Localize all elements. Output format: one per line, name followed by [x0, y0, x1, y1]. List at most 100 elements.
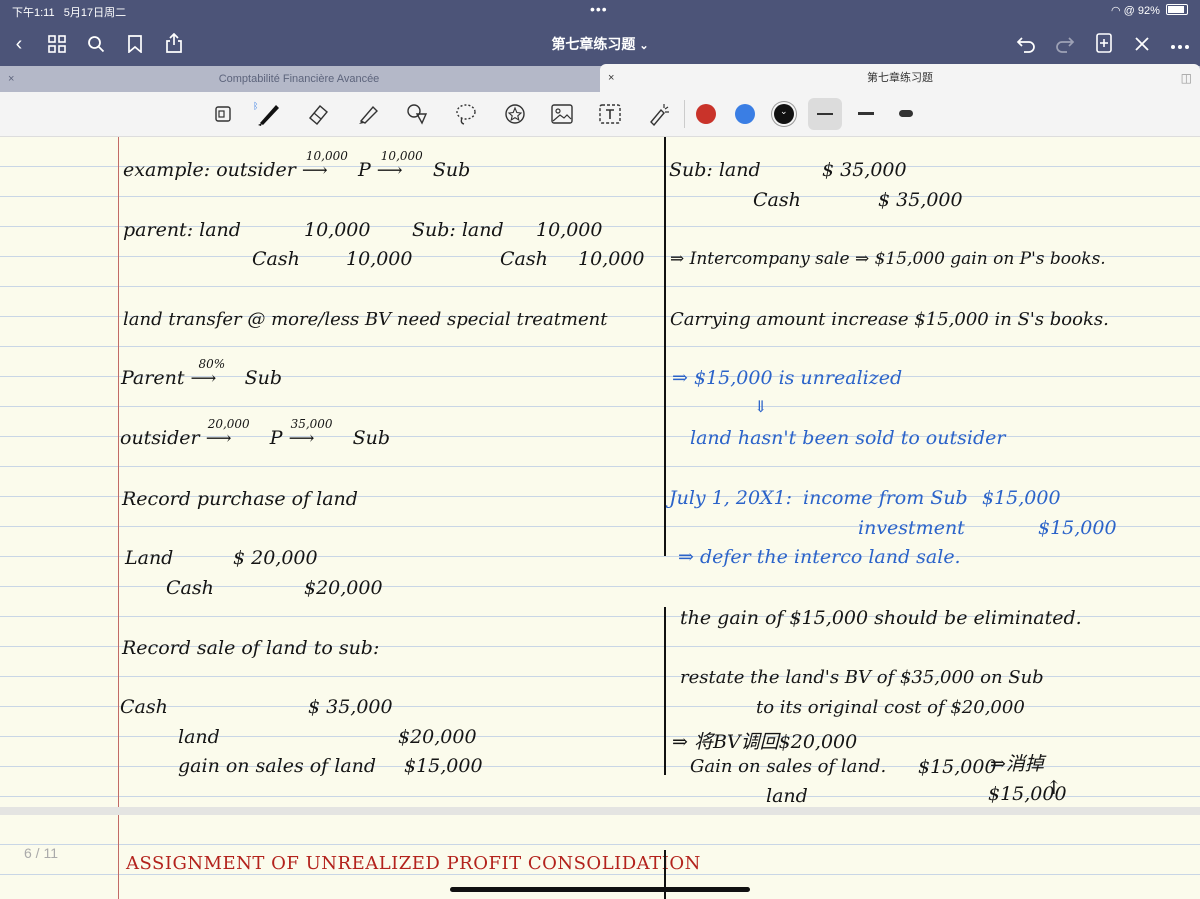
color-blue-swatch[interactable]	[735, 104, 755, 124]
tab-chapter7-exercises[interactable]: × 第七章练习题 ◫	[600, 64, 1200, 92]
arrow-label: 80%	[198, 357, 226, 371]
note-text: ⇒ $15,000 is unrealized	[672, 367, 903, 389]
note-text: $15,000	[982, 487, 1061, 509]
eraser-icon[interactable]	[302, 98, 334, 130]
note-text: Sub: land	[412, 219, 504, 241]
note-text: $20,000	[304, 577, 383, 599]
date-text: 5月17日周二	[63, 7, 127, 19]
arrow-label: 10,000	[305, 149, 348, 163]
battery-percent: 92%	[1137, 5, 1160, 17]
note-text: $15,000	[918, 756, 997, 778]
more-options-icon[interactable]	[1165, 22, 1195, 66]
navigation-bar: ‹ 第七章练习题 ⌄	[0, 22, 1200, 66]
highlighter-icon[interactable]	[352, 98, 384, 130]
note-text: $15,000	[404, 755, 483, 777]
note-text: ⇒ defer the interco land sale.	[678, 546, 961, 568]
arrow-annotation: 10,000 ⟶	[376, 149, 427, 181]
note-text: investment	[858, 517, 965, 539]
note-text: $ 35,000	[308, 696, 393, 718]
arrow-right-icon: ⟶	[301, 160, 328, 181]
note-text: Parent	[121, 367, 185, 389]
note-text: Sub	[352, 427, 391, 449]
note-text: Land	[125, 547, 174, 569]
time-text: 下午1:11	[12, 7, 55, 19]
annotation-toolbar: ᛒ ⌄	[0, 92, 1200, 137]
note-text: example: outsider	[123, 159, 296, 181]
note-line: outsider 20,000 ⟶ P 35,000 ⟶ Sub	[120, 417, 391, 449]
stroke-thin-option[interactable]	[808, 98, 842, 130]
note-text: gain on sales of land	[178, 755, 377, 777]
note-text: Sub	[244, 367, 282, 389]
note-text: parent: land	[123, 219, 241, 241]
stroke-medium-option[interactable]	[849, 98, 883, 130]
shapes-icon[interactable]	[401, 98, 433, 130]
tab-comptabilite[interactable]: × Comptabilité Financière Avancée	[0, 66, 598, 92]
laser-pointer-icon[interactable]	[643, 98, 675, 130]
note-text: Gain on sales of land.	[690, 756, 887, 777]
status-bar: 下午1:11 5月17日周二 ••• ◠ @ 92%	[0, 0, 1200, 22]
document-title-text[interactable]: 第七章练习题	[551, 36, 635, 52]
note-text: 10,000	[536, 219, 603, 241]
arrow-annotation: 80% ⟶	[190, 357, 239, 389]
bookmark-icon[interactable]	[120, 22, 150, 66]
chevron-down-icon[interactable]: ⌄	[639, 40, 648, 52]
note-text: outsider	[120, 427, 200, 449]
arrow-right-icon: ⟶	[376, 160, 403, 181]
tab-label: Comptabilité Financière Avancée	[218, 73, 380, 85]
multitask-dots[interactable]: •••	[590, 1, 608, 17]
redo-icon[interactable]	[1050, 22, 1080, 66]
note-text: Cash	[120, 696, 168, 718]
note-text: Sub	[432, 159, 471, 181]
sticker-icon[interactable]	[499, 98, 531, 130]
back-icon[interactable]: ‹	[4, 22, 34, 66]
chevron-down-icon: ⌄	[780, 106, 788, 116]
thumbnails-grid-icon[interactable]	[42, 22, 72, 66]
undo-icon[interactable]	[1011, 22, 1041, 66]
color-black-swatch[interactable]: ⌄	[774, 104, 794, 124]
note-text: Cash	[166, 577, 214, 599]
note-text: ⇒消掉	[990, 753, 1044, 775]
page-view-icon[interactable]	[207, 98, 239, 130]
note-text: 10,000	[304, 219, 371, 241]
lasso-icon[interactable]	[450, 98, 482, 130]
status-time: 下午1:11 5月17日周二	[12, 4, 126, 20]
column-divider-top	[664, 137, 666, 556]
close-toolbar-icon[interactable]	[1127, 22, 1157, 66]
note-text: $ 35,000	[878, 189, 963, 211]
arrow-right-icon: ⟶	[288, 428, 315, 449]
share-icon[interactable]	[159, 22, 189, 66]
note-text: P	[269, 427, 283, 449]
arrow-label: 10,000	[380, 149, 423, 163]
page-heading: ASSIGNMENT OF UNREALIZED PROFIT CONSOLID…	[126, 853, 701, 874]
note-line: Parent 80% ⟶ Sub	[121, 357, 282, 389]
bluetooth-icon: ᛒ	[253, 101, 259, 111]
wifi-icon: ◠	[1111, 5, 1121, 17]
stroke-thick-option[interactable]	[890, 98, 924, 130]
note-text: July 1, 20X1:	[669, 487, 793, 509]
pen-icon[interactable]: ᛒ	[253, 98, 285, 130]
note-text: Cash	[753, 189, 801, 211]
note-text: ⇒ 将BV调回$20,000	[672, 731, 858, 753]
color-red-swatch[interactable]	[696, 104, 716, 124]
image-icon[interactable]	[546, 98, 578, 130]
note-text: 10,000	[346, 248, 413, 270]
add-page-icon[interactable]	[1089, 22, 1119, 66]
document-tabs: × Comptabilité Financière Avancée × 第七章练…	[0, 64, 1200, 92]
margin-line	[118, 815, 119, 899]
note-text: restate the land's BV of $35,000 on Sub	[680, 667, 1044, 688]
column-divider-bottom	[664, 607, 666, 775]
toolbar-divider	[684, 100, 685, 128]
note-text: 10,000	[578, 248, 645, 270]
note-text: Carrying amount increase $15,000 in S's …	[670, 309, 1109, 330]
note-text: land	[178, 726, 220, 748]
arrow-annotation: 20,000 ⟶	[206, 417, 264, 449]
arrow-label: 20,000	[207, 417, 250, 431]
split-view-icon[interactable]: ◫	[1181, 64, 1192, 92]
arrow-right-icon: ⟶	[190, 368, 217, 389]
search-icon[interactable]	[81, 22, 111, 66]
home-indicator[interactable]	[450, 887, 750, 892]
note-text: Cash	[252, 248, 300, 270]
text-icon[interactable]	[594, 98, 626, 130]
notebook-page[interactable]: example: outsider 10,000 ⟶ P 10,000 ⟶ Sub …	[0, 137, 1200, 807]
arrow-annotation: 35,000 ⟶	[288, 417, 347, 449]
